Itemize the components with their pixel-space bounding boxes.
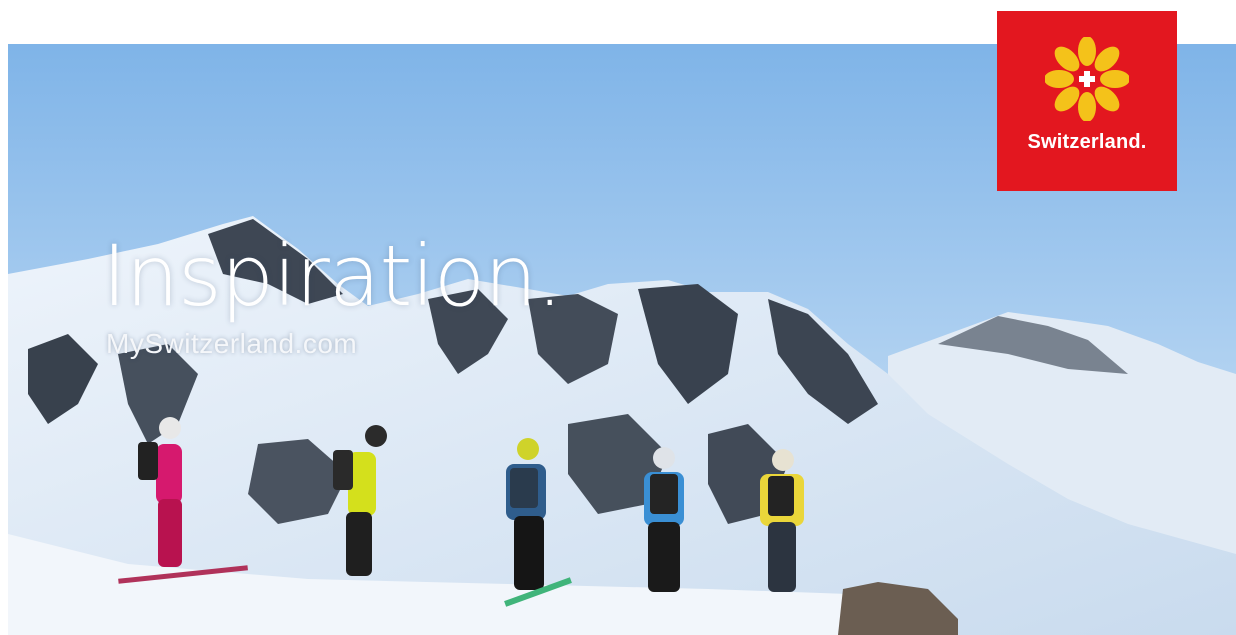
edelweiss-swiss-cross-icon [1045,37,1129,121]
logo-wordmark: Switzerland. [1027,131,1147,153]
switzerland-logo[interactable]: Switzerland. [997,11,1177,191]
website-link[interactable]: MySwitzerland.com [106,328,357,360]
headline: Inspiration. [102,227,563,325]
